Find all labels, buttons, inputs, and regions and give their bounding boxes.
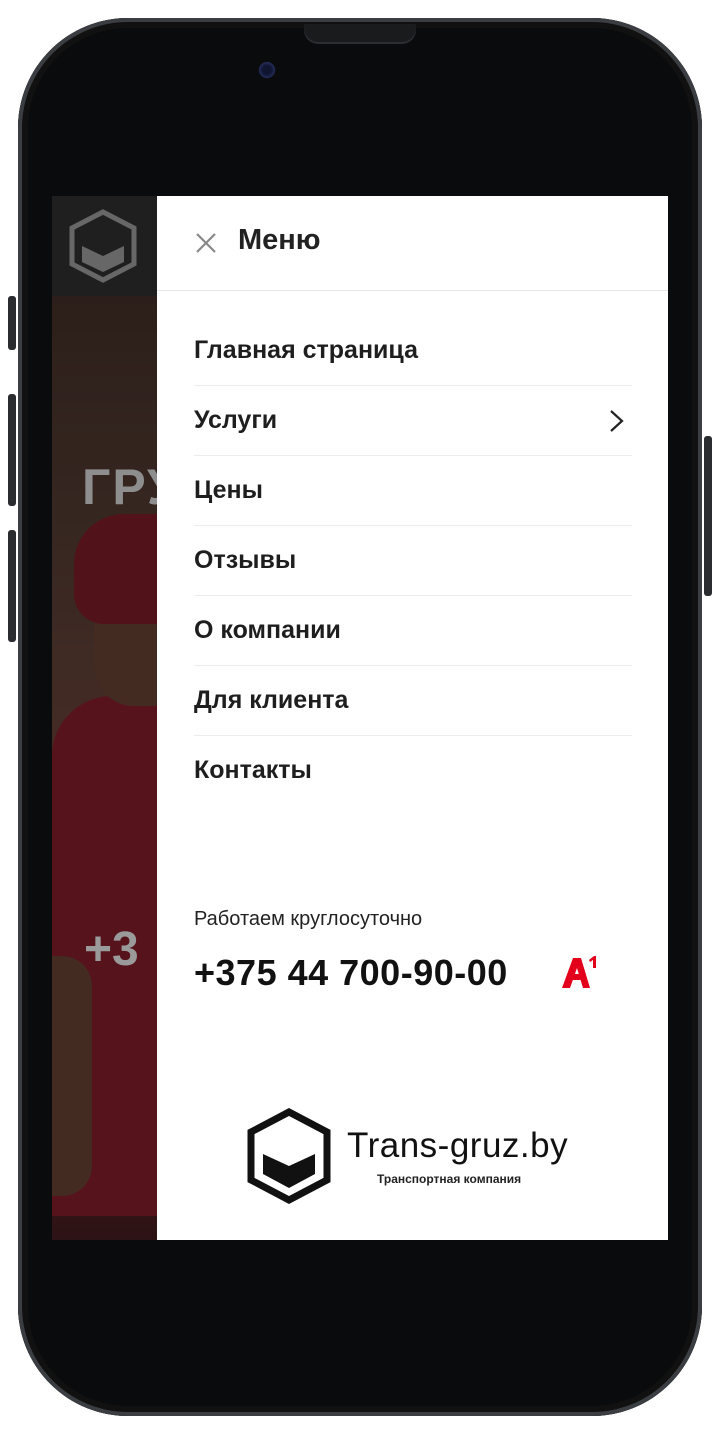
menu-item-label: Для клиента [194,686,349,714]
menu-item-home[interactable]: Главная страница [194,316,632,386]
phone-link[interactable]: +375 44 700-90-00 [194,952,508,994]
menu-item-label: Отзывы [194,546,297,574]
menu-header: Меню [157,196,668,291]
background-page: ГРУ +3 [52,196,178,1240]
close-icon[interactable] [193,230,219,256]
overlay-dim[interactable] [52,196,157,1240]
phone-side-button [8,296,16,350]
phone-speaker-notch [304,24,416,44]
brand-name: Trans-gruz.by [347,1126,569,1165]
menu-item-about[interactable]: О компании [194,596,632,666]
a1-operator-logo-icon [560,954,598,995]
box-logo-icon [247,1108,331,1204]
phone-camera [259,62,275,78]
working-hours: Работаем круглосуточно [194,908,423,930]
brand-block[interactable]: Trans-gruz.by Транспортная компания [247,1108,587,1208]
menu-item-label: Главная страница [194,336,418,364]
chevron-right-icon[interactable] [606,408,628,434]
menu-item-reviews[interactable]: Отзывы [194,526,632,596]
menu-item-prices[interactable]: Цены [194,456,632,526]
phone-volume-down [8,530,16,642]
screen: ГРУ +3 Меню Главная страница Услуги Цены… [52,196,668,1240]
menu-drawer: Меню Главная страница Услуги Цены Отзывы… [157,196,668,1240]
menu-title: Меню [238,224,321,256]
menu-item-for-client[interactable]: Для клиента [194,666,632,736]
phone-volume-up [8,394,16,506]
background-hero-phone: +3 [84,923,139,976]
menu-list: Главная страница Услуги Цены Отзывы О ко… [194,316,632,805]
menu-item-label: Контакты [194,756,312,784]
brand-tagline: Транспортная компания [377,1172,522,1186]
menu-item-label: Услуги [194,406,278,434]
menu-item-label: О компании [194,616,341,644]
menu-item-contacts[interactable]: Контакты [194,736,632,805]
phone-power-button [704,436,712,596]
menu-item-services[interactable]: Услуги [194,386,632,456]
menu-item-label: Цены [194,476,263,504]
